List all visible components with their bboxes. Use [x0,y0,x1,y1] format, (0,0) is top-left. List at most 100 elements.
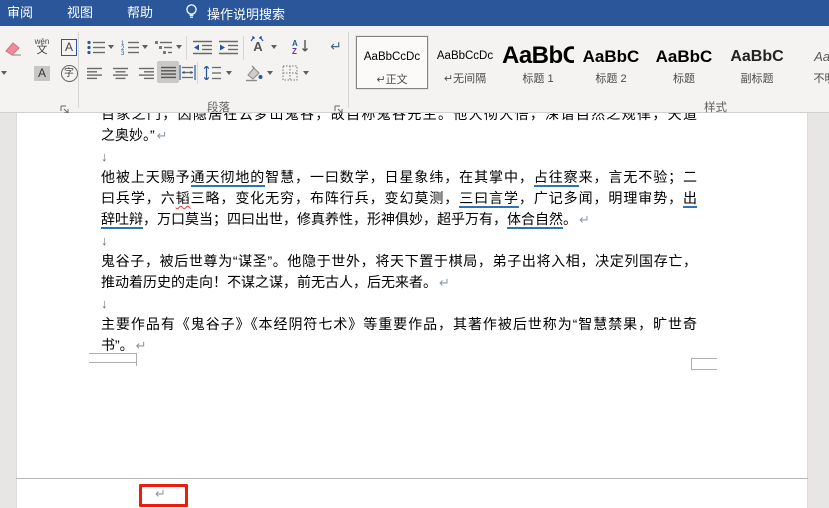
line-break-mark: ↓ [101,296,108,311]
text-line: 书”。↵ [101,335,697,356]
word-window: 审阅视图帮助 操作说明搜索 wén 文 [0,0,829,508]
button-separator [186,36,187,60]
style-sample: AaBbC [721,43,793,69]
style-label: 副标题 [721,70,793,86]
text-line: 他被上天赐予通天彻地的智慧，一曰数学，日星象纬，在其掌中，占往察来，言无不验；二 [101,167,697,188]
red-annotation-box: ↵ [139,484,188,507]
text-line: 推动着历史的走向！不谋之谋，前无古人，后无来者。↵ [101,272,697,293]
enclose-characters-icon: 字 [61,65,78,82]
text-run: 他被上天赐予 [101,169,191,185]
asian-layout-dropdown-arrow[interactable] [271,45,277,49]
borders-dropdown-arrow[interactable] [303,71,309,75]
text-run: 推动着历史的走向！不谋之谋，前无古人，后无来者。 [101,274,437,290]
line-spacing-dropdown-arrow[interactable] [226,71,232,75]
style-sample: AaBb [794,43,829,69]
style-item[interactable]: AaBbC副标题 [721,36,793,89]
asian-layout-button[interactable]: A [247,35,269,57]
sort-z-glyph: Z [292,47,297,55]
increase-indent-button[interactable] [217,36,239,58]
character-border-button[interactable]: A [58,36,80,58]
paragraph-dialog-launcher[interactable] [334,102,344,112]
show-hide-marks-button[interactable]: ↵ [325,35,347,57]
text-line: 主要作品有《鬼谷子》《本经阴符七术》等重要作品，其著作被后世称为“智慧禁果，旷世… [101,314,697,335]
proofing-underlined-text: 通天彻地的 [191,169,266,187]
borders-button[interactable] [279,62,301,84]
text-line: ↓ [101,293,697,314]
crop-mark [691,358,692,369]
tell-me-label: 操作说明搜索 [207,4,285,23]
text-run: 百家之门，因隐居在云梦山鬼谷，故自称鬼谷先生。他大彻大悟，深谙自然之规律，天道 [101,113,697,122]
align-center-button[interactable] [109,62,131,84]
character-border-icon: A [61,39,77,56]
phonetic-guide-button[interactable]: wén 文 [31,35,53,57]
align-right-button[interactable] [135,62,157,84]
text-run: 主要作品有《鬼谷子》《本经阴符七术》等重要作品，其著作被后世称为“智慧禁果，旷世… [101,316,697,332]
group-separator [348,32,349,108]
shading-button[interactable] [243,62,265,84]
text-run: 曰兵学，六 [101,190,176,206]
paragraph-mark: ↵ [437,275,450,290]
text-run: 之奥妙。” [101,127,155,143]
menu-tabs: 审阅视图帮助 [0,0,170,26]
clear-formatting-button[interactable] [2,36,24,58]
style-item[interactable]: AaBbC标题 1 [502,36,574,89]
bullets-button[interactable] [85,36,107,58]
shading-dropdown-arrow[interactable] [267,71,273,75]
group-separator [78,32,79,108]
button-separator [243,36,244,60]
style-item[interactable]: AaBbC标题 2 [575,36,647,89]
text-run: ，万口莫当；四曰出世，修真养性，形神俱妙，超乎万有， [143,211,507,227]
style-sample: AaBbC [575,43,647,69]
menu-tab[interactable]: 帮助 [110,0,170,26]
align-left-button[interactable] [83,62,105,84]
crop-mark [89,353,137,354]
style-item[interactable]: AaBbC标题 [648,36,720,89]
text-run: 。 [563,211,577,227]
proofing-underlined-text: 出 [683,190,697,208]
crop-mark [691,358,717,359]
proofing-underlined-text: 占往察 [534,169,579,187]
style-label: 标题 1 [502,70,574,86]
button-separator [197,62,198,84]
font-dialog-launcher[interactable] [60,102,70,112]
menu-tab[interactable]: 审阅 [0,0,50,26]
style-sample: AaBbC [648,43,720,69]
tell-me-search[interactable]: 操作说明搜索 [184,3,285,23]
style-label: ↵正文 [357,71,427,87]
dropdown-arrow-icon[interactable] [1,71,7,75]
style-sample: AaBbCcDc [429,43,501,69]
sort-button[interactable]: A Z [290,35,312,57]
text-run: 鬼谷子，被后世尊为“谋圣”。他隐于世外，将天下置于棋局，弟子出将入相，决定列国存… [101,253,697,269]
character-shading-button[interactable]: A [31,62,53,84]
style-item[interactable]: AaBbCcDc↵无间隔 [429,36,501,89]
decrease-indent-button[interactable] [191,36,213,58]
multilevel-dropdown-arrow[interactable] [176,45,182,49]
bullets-dropdown-arrow[interactable] [108,45,114,49]
text-run: 书”。 [101,337,134,353]
style-sample: AaBbCcDc [357,44,427,70]
eraser-icon [3,38,23,56]
menu-tab[interactable]: 视图 [50,0,110,26]
document-page[interactable]: 百家之门，因隐居在云梦山鬼谷，故自称鬼谷先生。他大彻大悟，深谙自然之规律，天道之… [16,113,808,508]
numbering-dropdown-arrow[interactable] [142,45,148,49]
text-line: 百家之门，因隐居在云梦山鬼谷，故自称鬼谷先生。他大彻大悟，深谙自然之规律，天道 [101,113,697,125]
paragraph-mark: ↵ [134,338,147,353]
text-line: 曰兵学，六韬三略，变化无穷，布阵行兵，变幻莫测，三曰言学，广记多闻，明理审势，出 [101,188,697,209]
numbering-button[interactable]: 123 [119,36,141,58]
text-line: 鬼谷子，被后世尊为“谋圣”。他隐于世外，将天下置于棋局，弟子出将入相，决定列国存… [101,251,697,272]
style-item[interactable]: AaBb不明显 [794,36,829,89]
line-break-mark: ↓ [101,149,108,164]
style-label: 标题 2 [575,70,647,86]
proofing-underlined-text: 韬 [176,190,191,206]
page-boundary-line [16,478,808,479]
enclose-characters-button[interactable]: 字 [58,62,80,84]
line-spacing-button[interactable] [201,62,223,84]
crop-mark [89,362,137,363]
distribute-button[interactable] [176,61,198,83]
paragraph-mark: ↵ [577,212,590,227]
lightbulb-icon [184,3,199,23]
text-run: ，广记多闻，明理审势， [519,190,683,206]
multilevel-list-button[interactable] [153,36,175,58]
style-item[interactable]: AaBbCcDc↵正文 [356,36,428,89]
text-line: 之奥妙。”↵ [101,125,697,146]
